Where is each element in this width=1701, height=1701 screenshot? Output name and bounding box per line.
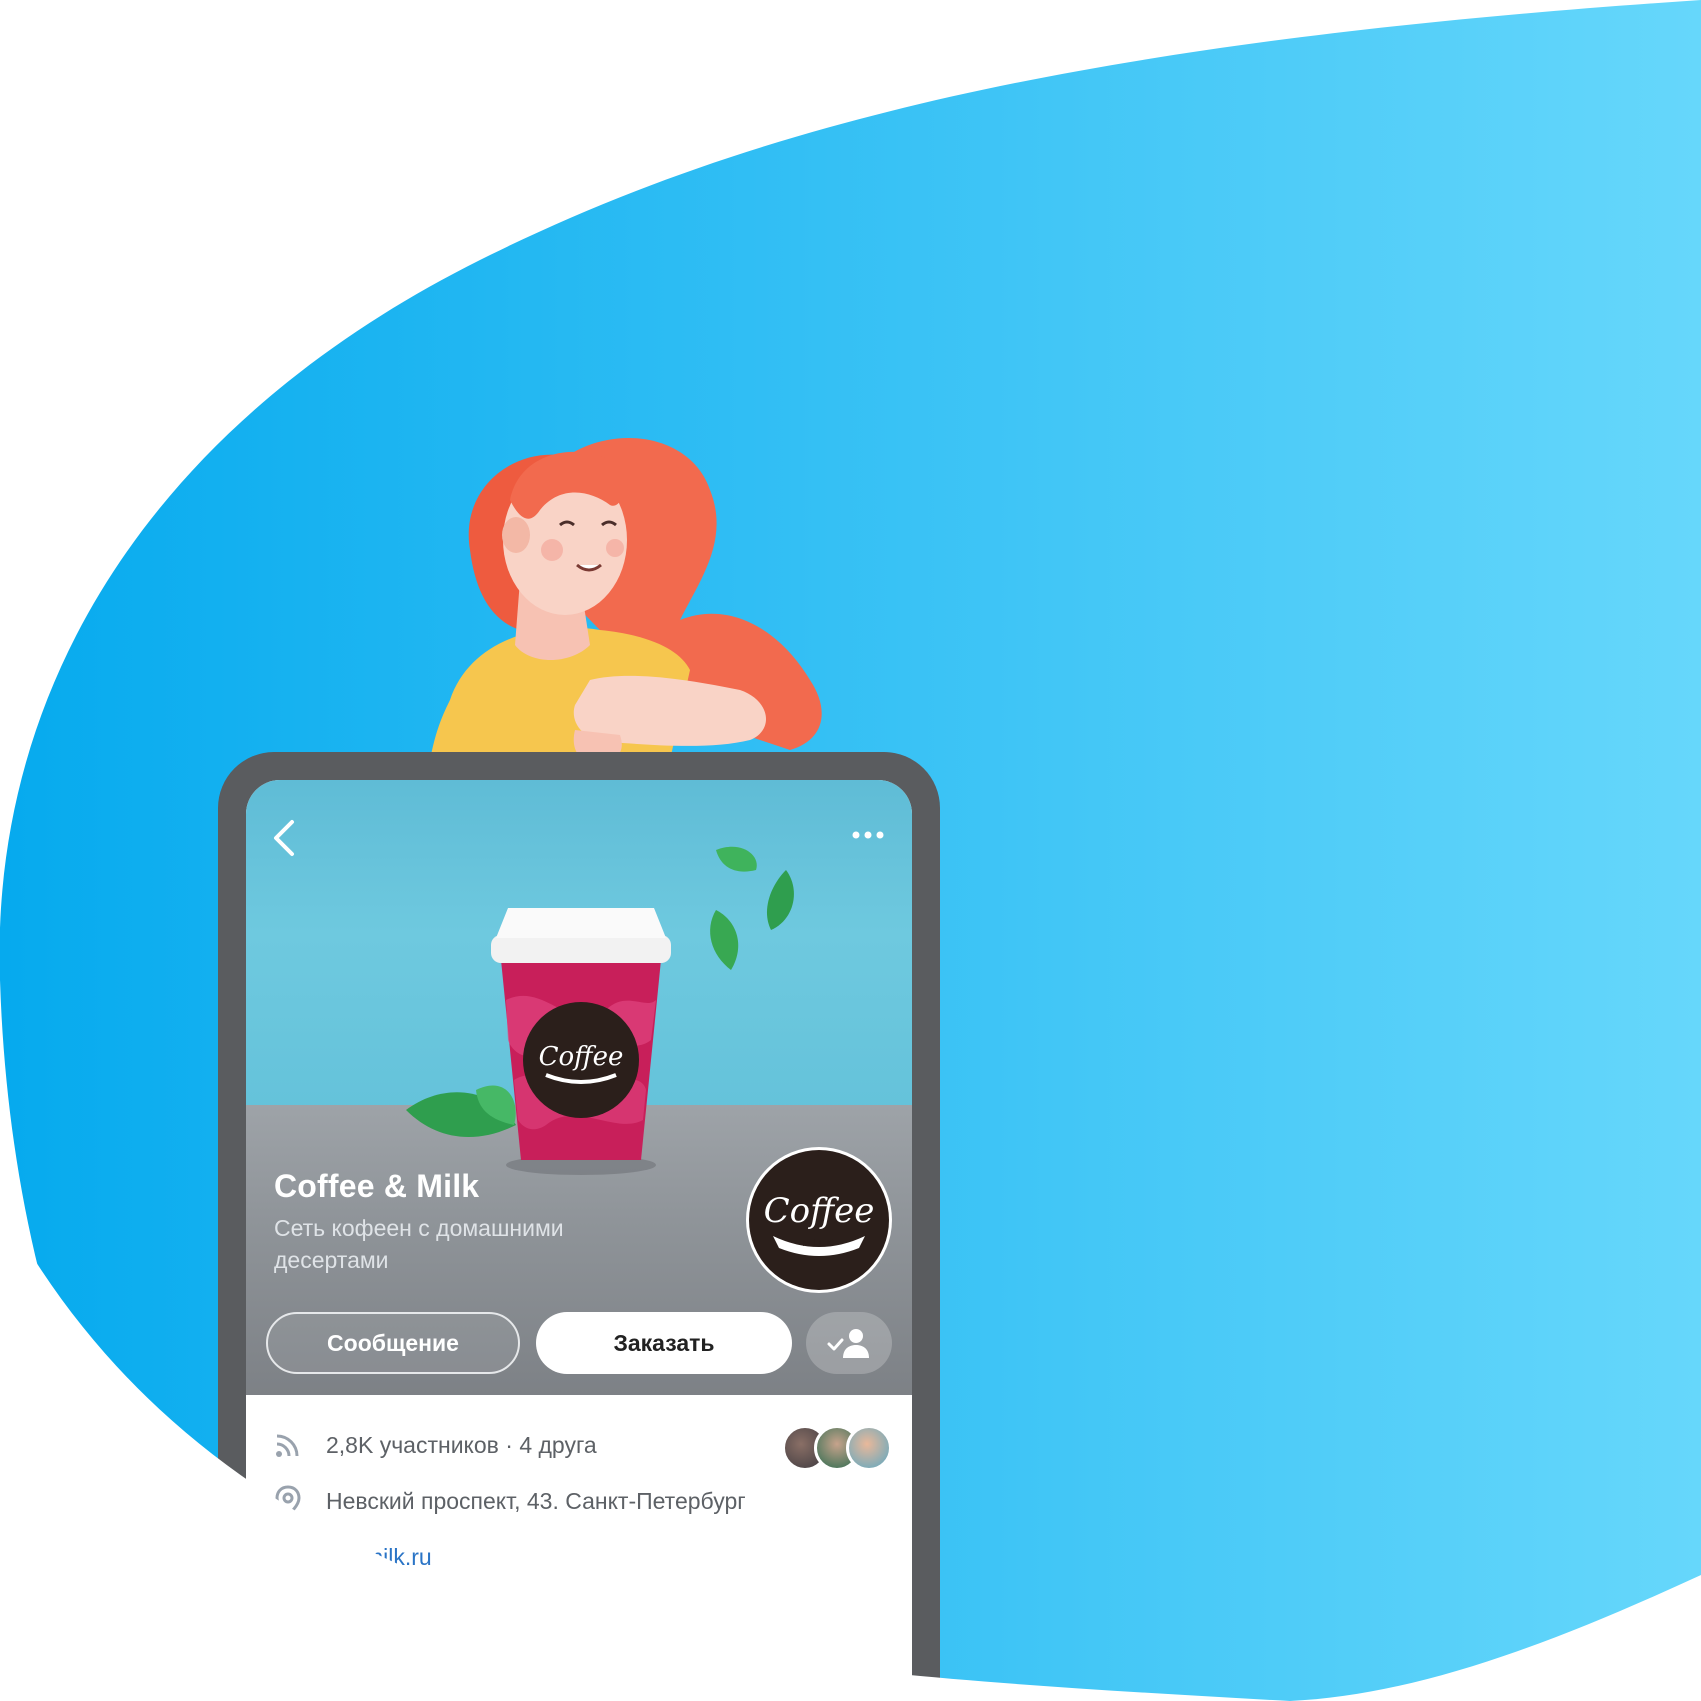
community-name: Coffee & Milk [274,1168,480,1204]
members-row[interactable]: 2,8K участников · 4 друга [270,1425,597,1465]
rss-icon [276,1434,299,1457]
friend-avatar [846,1425,892,1471]
svg-text:MILK: MILK [802,1239,835,1249]
back-button[interactable] [266,816,306,860]
cover-coffee-cup-image: Coffee [406,846,794,1175]
more-horizontal-icon [852,831,884,839]
user-check-icon [827,1329,869,1358]
promo-canvas: Coffee Coffee & Milk Сеть кофеен с домаш… [0,0,1701,1701]
friends-avatars[interactable] [782,1425,892,1471]
members-text: 2,8K участников · 4 друга [326,1431,597,1458]
phone-frame: Coffee Coffee & Milk Сеть кофеен с домаш… [218,752,940,1701]
address-row[interactable]: Невский проспект, 43. Санкт-Петербург [270,1481,746,1521]
phone-screen: Coffee Coffee & Milk Сеть кофеен с домаш… [246,780,912,1701]
community-avatar[interactable]: Coffee MILK [749,1150,889,1290]
info-icon [273,1606,303,1636]
svg-text:Coffee: Coffee [764,1191,875,1231]
community-description: Сеть кофеен с домашними десертами [274,1215,564,1273]
link-icon [274,1542,302,1572]
coffee-logo: Coffee MILK [764,1191,875,1256]
svg-text:Coffee: Coffee [539,1042,624,1072]
message-button[interactable]: Сообщение [266,1312,520,1374]
website-link[interactable]: ffeemilk.ru [326,1544,432,1571]
more-info-row[interactable]: формация [270,1601,438,1641]
community-info: 2,8K участников · 4 друга Невский проспе… [246,1395,912,1701]
more-button[interactable] [846,820,890,850]
chevron-left-icon [274,820,294,856]
community-cover: Coffee Coffee & Milk Сеть кофеен с домаш… [246,780,912,1395]
address-text: Невский проспект, 43. Санкт-Петербург [326,1487,746,1514]
website-row[interactable]: ffeemilk.ru [270,1537,432,1577]
location-pin-icon [275,1485,301,1517]
order-button[interactable]: Заказать [536,1312,792,1374]
more-info-link[interactable]: формация [326,1608,438,1635]
subscribed-button[interactable] [806,1312,892,1374]
